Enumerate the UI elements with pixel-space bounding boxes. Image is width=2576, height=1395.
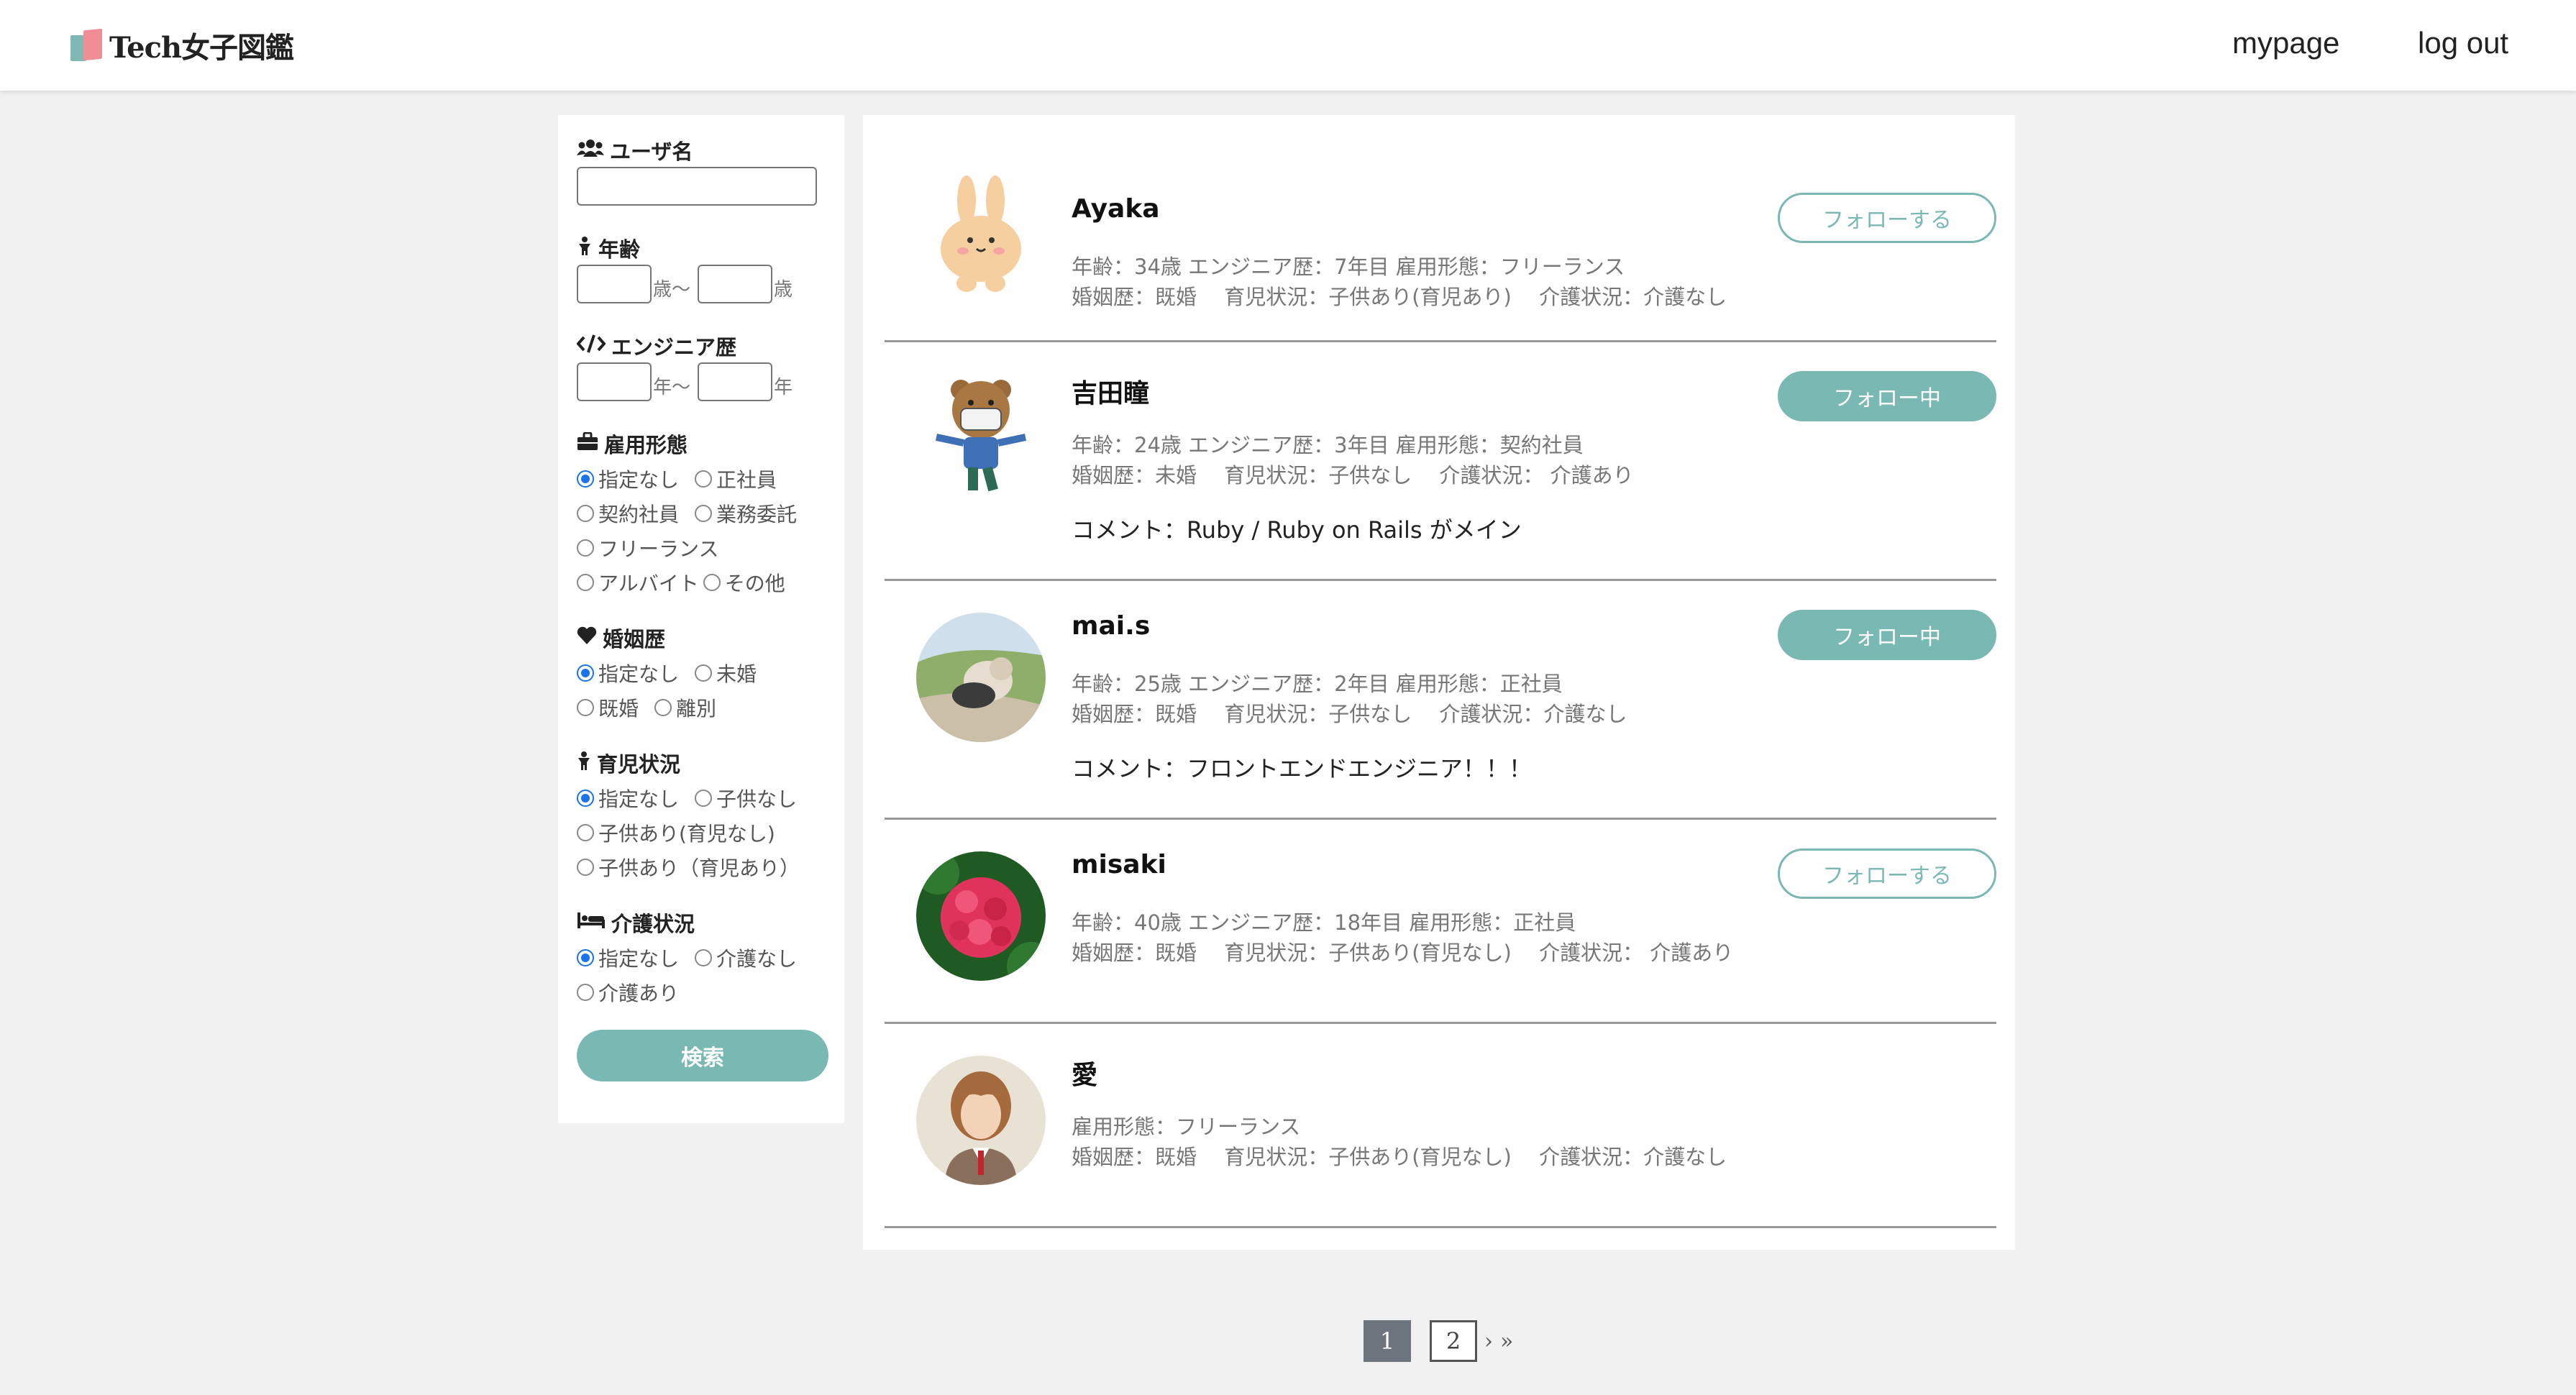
radio-employment-parttime[interactable]: アルバイト <box>577 568 699 597</box>
user-profile-line2: 婚姻歴：既婚 育児状況：子供あり(育児あり) 介護状況：介護なし <box>1072 285 1727 309</box>
following-button[interactable]: フォロー中 <box>1778 371 1996 421</box>
search-panel: ユーザ名 年齢 歳〜 歳 エンジニア歴 年〜 年 雇用形態 指定なし 正社員 契… <box>558 115 844 1123</box>
radio-childcare-raising[interactable]: 子供あり（育児あり） <box>577 853 800 882</box>
user-avatar-default-woman[interactable] <box>916 1056 1046 1185</box>
engineer-to-input[interactable] <box>698 362 772 401</box>
radio-nursing-care[interactable]: 介護あり <box>577 978 679 1007</box>
childcare-row-1: 指定なし 子供なし <box>577 784 813 813</box>
follow-button[interactable]: フォローする <box>1778 193 1996 243</box>
radio-nursing-no-care[interactable]: 介護なし <box>695 943 797 972</box>
code-icon <box>576 334 606 358</box>
search-button[interactable]: 検索 <box>577 1030 828 1081</box>
radio-childcare-nochildren[interactable]: 子供なし <box>695 784 797 813</box>
user-avatar-bear-mask[interactable] <box>916 368 1046 498</box>
heart-icon <box>577 626 597 650</box>
users-icon <box>577 138 604 163</box>
radio-childcare-no-raising[interactable]: 子供あり(育児なし) <box>577 818 775 847</box>
user-card-ai: 愛 雇用形態：フリーランス 婚姻歴：既婚 育児状況：子供あり(育児なし) 介護状… <box>885 1024 1996 1228</box>
user-avatar-photo-flower[interactable] <box>916 851 1046 981</box>
user-card-mai: mai.s 年齢：25歳 エンジニア歴：2年目 雇用形態：正社員 婚姻歴：既婚 … <box>885 581 1996 820</box>
user-profile-line1: 年齢：24歳 エンジニア歴：3年目 雇用形態：契約社員 <box>1072 433 1584 457</box>
radio-marriage-married[interactable]: 既婚 <box>577 693 639 722</box>
age-label: 年齢 <box>577 233 640 263</box>
child-icon <box>577 236 593 261</box>
user-profile-line2: 婚姻歴：既婚 育児状況：子供あり(育児なし) 介護状況： 介護あり <box>1072 941 1734 965</box>
user-comment: コメント：Ruby / Ruby on Rails がメイン <box>1072 516 1522 544</box>
engineer-from-input[interactable] <box>577 362 652 401</box>
radio-employment-fulltime[interactable]: 正社員 <box>695 465 777 493</box>
top-header: Tech女子図鑑 mypage log out <box>0 0 2576 91</box>
user-avatar-rabbit[interactable] <box>916 168 1046 298</box>
radio-childcare-none[interactable]: 指定なし <box>577 784 679 813</box>
radio-nursing-none[interactable]: 指定なし <box>577 943 679 972</box>
employment-row-2: 契約社員 業務委託 <box>577 499 813 528</box>
user-name[interactable]: Ayaka <box>1072 194 1160 224</box>
pagination: 1 2 › » <box>1364 1320 1513 1362</box>
baby-icon <box>577 751 591 776</box>
engineer-from-unit: 年〜 <box>653 377 691 398</box>
childcare-row-3: 子供あり（育児あり） <box>577 853 816 882</box>
childcare-row-2: 子供あり(育児なし) <box>577 818 791 847</box>
radio-marriage-divorced[interactable]: 離別 <box>654 693 716 722</box>
page-link-2[interactable]: 2 <box>1430 1320 1477 1362</box>
nursing-label: 介護状況 <box>577 907 695 938</box>
username-input[interactable] <box>577 167 817 206</box>
radio-employment-contract[interactable]: 契約社員 <box>577 499 679 528</box>
user-avatar-photo-dog[interactable] <box>916 613 1046 742</box>
logout-link[interactable]: log out <box>2418 26 2508 60</box>
radio-employment-freelance[interactable]: フリーランス <box>577 534 718 562</box>
age-from-input[interactable] <box>577 265 652 303</box>
childcare-label: 育児状況 <box>577 748 680 778</box>
employment-row-4: アルバイト その他 <box>577 568 801 597</box>
page-current: 1 <box>1364 1320 1411 1362</box>
follow-button[interactable]: フォローする <box>1778 849 1996 899</box>
radio-employment-other[interactable]: その他 <box>703 568 785 597</box>
employment-row-1: 指定なし 正社員 <box>577 465 793 493</box>
user-card-misaki: misaki 年齢：40歳 エンジニア歴：18年目 雇用形態：正社員 婚姻歴：既… <box>885 820 1996 1024</box>
user-comment: コメント：フロントエンドエンジニア！！！ <box>1072 755 1533 782</box>
radio-marriage-none[interactable]: 指定なし <box>577 659 679 687</box>
briefcase-icon <box>577 431 598 456</box>
user-profile-line2: 婚姻歴：既婚 育児状況：子供あり(育児なし) 介護状況：介護なし <box>1072 1145 1727 1169</box>
user-card-ayaka: Ayaka 年齢：34歳 エンジニア歴：7年目 雇用形態：フリーランス 婚姻歴：… <box>885 140 1996 342</box>
site-logo[interactable]: Tech女子図鑑 <box>70 27 294 65</box>
age-to-input[interactable] <box>698 265 772 303</box>
user-card-yoshida: 吉田瞳 年齢：24歳 エンジニア歴：3年目 雇用形態：契約社員 婚姻歴：未婚 育… <box>885 342 1996 581</box>
user-profile-line2: 婚姻歴：未婚 育児状況：子供なし 介護状況： 介護あり <box>1072 463 1634 488</box>
book-logo-icon <box>70 28 104 61</box>
user-profile-line1: 年齢：34歳 エンジニア歴：7年目 雇用形態：フリーランス <box>1072 255 1625 279</box>
employment-row-3: フリーランス <box>577 534 734 562</box>
following-button[interactable]: フォロー中 <box>1778 610 1996 660</box>
marriage-row-2: 既婚 離別 <box>577 693 732 722</box>
employment-label: 雇用形態 <box>577 429 688 459</box>
user-profile-line1: 年齢：40歳 エンジニア歴：18年目 雇用形態：正社員 <box>1072 910 1576 935</box>
bed-icon <box>577 911 606 935</box>
engineer-to-unit: 年 <box>774 377 793 398</box>
radio-employment-outsourcing[interactable]: 業務委託 <box>695 499 797 528</box>
user-profile-line2: 婚姻歴：既婚 育児状況：子供なし 介護状況：介護なし <box>1072 702 1627 726</box>
next-page-arrow[interactable]: › <box>1484 1329 1493 1354</box>
user-name[interactable]: 吉田瞳 <box>1072 372 1149 410</box>
last-page-arrow[interactable]: » <box>1500 1329 1513 1354</box>
engineer-years-label: エンジニア歴 <box>576 331 736 361</box>
radio-employment-none[interactable]: 指定なし <box>577 465 679 493</box>
age-to-unit: 歳 <box>774 279 793 301</box>
user-profile-line1: 雇用形態：フリーランス <box>1072 1115 1301 1139</box>
marriage-row-1: 指定なし 未婚 <box>577 659 772 687</box>
nursing-row-2: 介護あり <box>577 978 695 1007</box>
username-label: ユーザ名 <box>577 135 693 165</box>
user-name[interactable]: mai.s <box>1072 611 1150 641</box>
user-profile-line1: 年齢：25歳 エンジニア歴：2年目 雇用形態：正社員 <box>1072 672 1563 696</box>
user-name[interactable]: misaki <box>1072 850 1166 879</box>
user-name[interactable]: 愛 <box>1072 1054 1097 1092</box>
age-from-unit: 歳〜 <box>653 279 691 301</box>
user-list: Ayaka 年齢：34歳 エンジニア歴：7年目 雇用形態：フリーランス 婚姻歴：… <box>863 115 2015 1250</box>
marriage-label: 婚姻歴 <box>577 623 665 653</box>
nursing-row-1: 指定なし 介護なし <box>577 943 813 972</box>
logo-text: Tech女子図鑑 <box>109 31 294 65</box>
radio-marriage-single[interactable]: 未婚 <box>695 659 757 687</box>
mypage-link[interactable]: mypage <box>2232 26 2339 60</box>
